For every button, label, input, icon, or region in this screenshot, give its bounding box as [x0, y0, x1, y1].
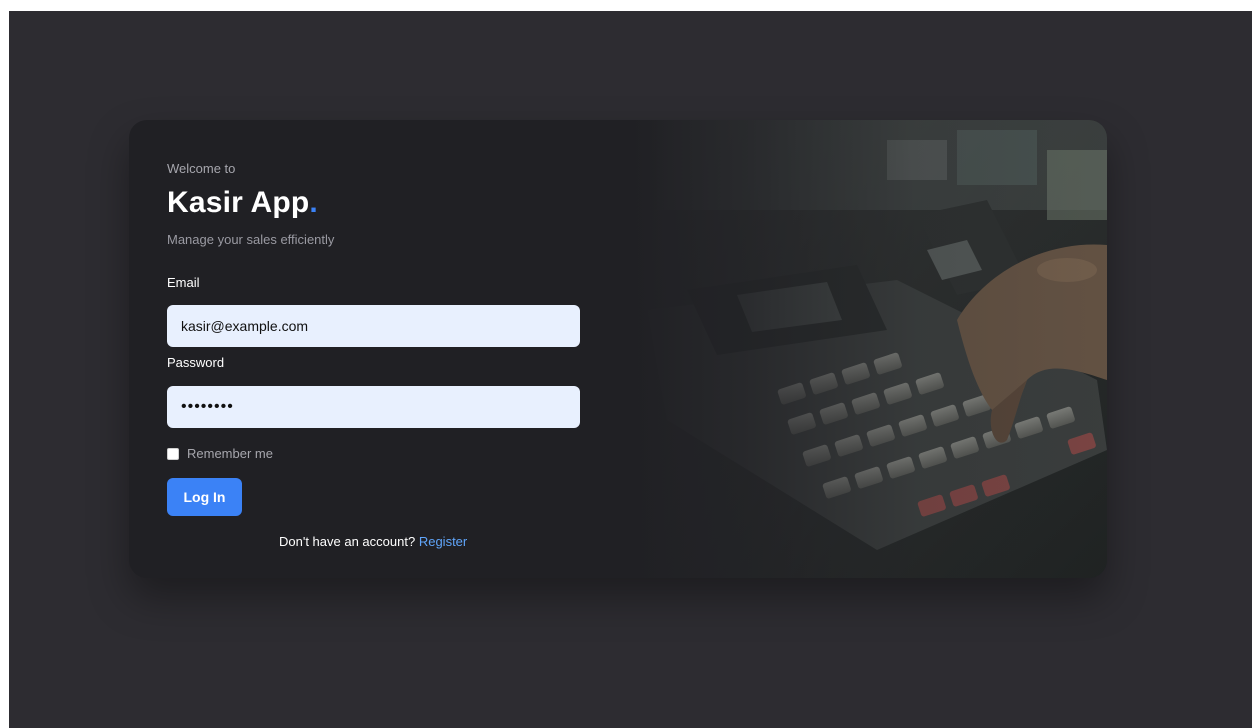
app-title: Kasir App. [167, 186, 318, 220]
email-label: Email [167, 275, 200, 290]
remember-me-checkbox[interactable] [167, 447, 179, 460]
email-field[interactable] [167, 305, 580, 347]
app-name: Kasir App [167, 186, 310, 219]
welcome-text: Welcome to [167, 161, 236, 176]
login-card: Welcome to Kasir App. Manage your sales … [129, 120, 1107, 578]
login-form: Welcome to Kasir App. Manage your sales … [167, 120, 587, 578]
image-gradient-overlay [627, 120, 1107, 578]
login-button[interactable]: Log In [167, 478, 242, 516]
remember-me-label[interactable]: Remember me [187, 446, 273, 461]
page-background: Welcome to Kasir App. Manage your sales … [9, 11, 1252, 728]
app-title-dot: . [309, 186, 318, 219]
register-prompt: Don't have an account? Register [279, 534, 467, 549]
no-account-text: Don't have an account? [279, 534, 416, 549]
app-tagline: Manage your sales efficiently [167, 232, 335, 247]
password-label: Password [167, 355, 225, 370]
register-link[interactable]: Register [419, 534, 467, 549]
remember-me-row[interactable]: Remember me [167, 446, 273, 461]
cash-register-image [627, 120, 1107, 578]
password-field[interactable] [167, 386, 580, 428]
